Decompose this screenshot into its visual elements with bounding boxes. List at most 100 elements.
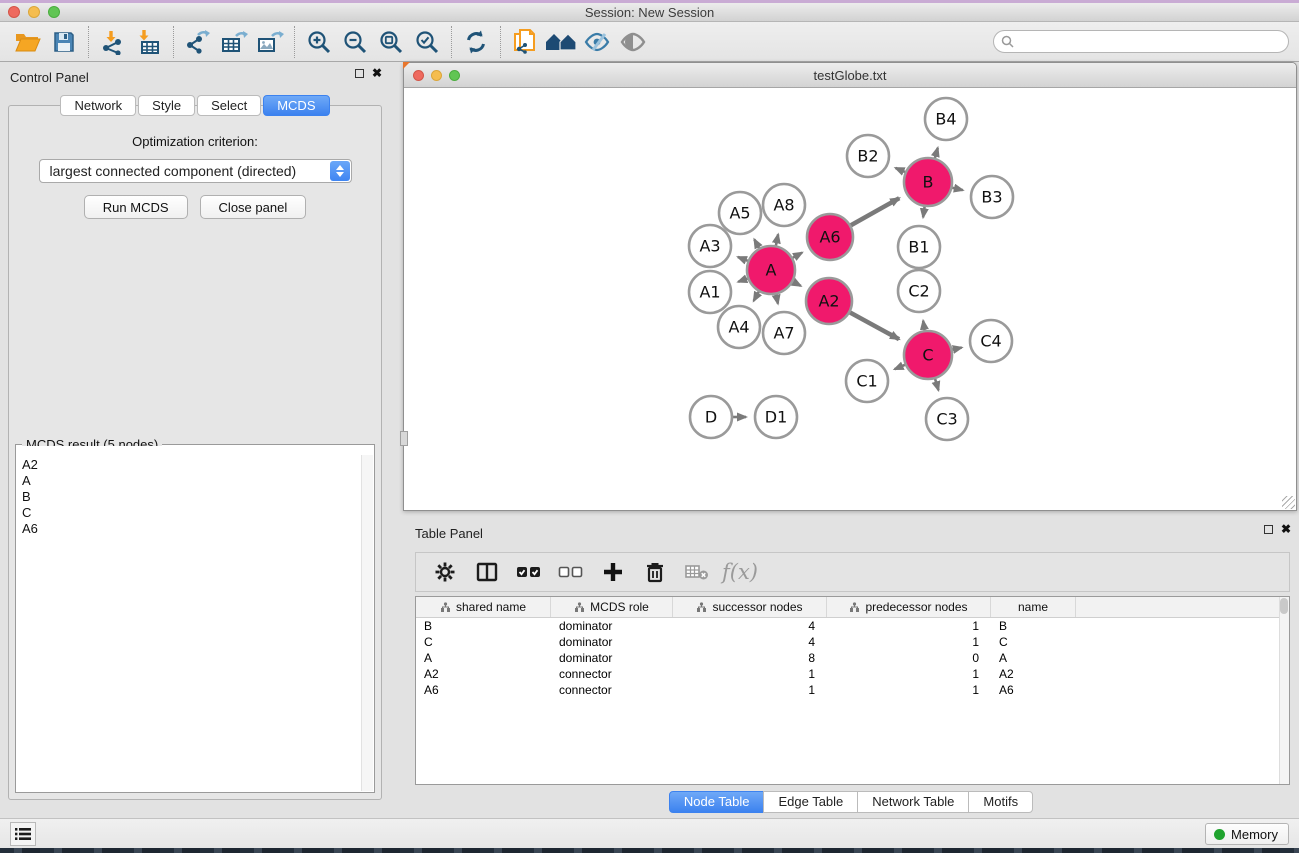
table-cell[interactable]: C bbox=[991, 634, 1076, 650]
table-cell[interactable]: 1 bbox=[827, 682, 991, 698]
table-cell[interactable]: 4 bbox=[673, 618, 827, 634]
graph-edge-B-B4[interactable] bbox=[935, 148, 938, 158]
tab-edge-table[interactable]: Edge Table bbox=[763, 791, 858, 813]
tab-motifs[interactable]: Motifs bbox=[968, 791, 1033, 813]
result-list-item[interactable]: B bbox=[17, 489, 361, 505]
table-cell[interactable]: B bbox=[416, 618, 551, 634]
delete-table-icon[interactable] bbox=[678, 556, 716, 588]
select-all-columns-icon[interactable] bbox=[510, 556, 548, 588]
function-builder-icon[interactable]: f(x) bbox=[720, 560, 758, 584]
table-row[interactable]: A6connector11A6 bbox=[416, 682, 1289, 698]
export-image-icon[interactable] bbox=[252, 27, 288, 57]
float-panel-icon[interactable] bbox=[355, 69, 364, 78]
table-cell[interactable]: A bbox=[416, 650, 551, 666]
zoom-out-icon[interactable] bbox=[337, 27, 373, 57]
export-table-icon[interactable] bbox=[216, 27, 252, 57]
column-header-predecessor-nodes[interactable]: predecessor nodes bbox=[827, 597, 991, 617]
table-row[interactable]: Cdominator41C bbox=[416, 634, 1289, 650]
graph-edge-A2-C[interactable] bbox=[850, 312, 899, 339]
graph-edge-A-A2[interactable] bbox=[793, 282, 801, 286]
open-session-icon[interactable] bbox=[10, 27, 46, 57]
table-cell[interactable]: 4 bbox=[673, 634, 827, 650]
column-settings-icon[interactable] bbox=[426, 556, 464, 588]
resize-grip[interactable] bbox=[1282, 496, 1295, 509]
result-list-item[interactable]: A bbox=[17, 473, 361, 489]
table-cell[interactable]: dominator bbox=[551, 650, 673, 666]
duplicate-network-icon[interactable] bbox=[507, 27, 543, 57]
tab-select[interactable]: Select bbox=[197, 95, 261, 116]
tab-style[interactable]: Style bbox=[138, 95, 195, 116]
tab-node-table[interactable]: Node Table bbox=[669, 791, 765, 813]
table-cell[interactable]: A6 bbox=[991, 682, 1076, 698]
table-row[interactable]: A2connector11A2 bbox=[416, 666, 1289, 682]
table-cell[interactable]: A2 bbox=[991, 666, 1076, 682]
hide-graphics-details-icon[interactable] bbox=[579, 27, 615, 57]
run-mcds-button[interactable]: Run MCDS bbox=[84, 195, 188, 219]
add-column-icon[interactable] bbox=[594, 556, 632, 588]
search-input[interactable] bbox=[1018, 35, 1288, 49]
zoom-fit-icon[interactable] bbox=[373, 27, 409, 57]
show-panels-button[interactable] bbox=[10, 822, 36, 846]
network-canvas[interactable]: AA6A2BCA5A8A3A1A4A7B2B4B3B1C2C4C1C3DD1 bbox=[404, 88, 1296, 510]
graph-edge-C-C4[interactable] bbox=[952, 348, 961, 350]
tab-mcds[interactable]: MCDS bbox=[263, 95, 329, 116]
delete-column-icon[interactable] bbox=[636, 556, 674, 588]
graph-edge-A-A6[interactable] bbox=[793, 253, 802, 258]
table-cell[interactable]: 0 bbox=[827, 650, 991, 666]
close-panel-icon[interactable]: ✖ bbox=[372, 69, 382, 78]
table-cell[interactable]: A bbox=[991, 650, 1076, 666]
graph-edge-A-A3[interactable] bbox=[738, 257, 748, 261]
deselect-all-columns-icon[interactable] bbox=[552, 556, 590, 588]
mcds-result-list[interactable]: A2ABCA6 bbox=[17, 446, 361, 791]
graph-edge-A6-B[interactable] bbox=[851, 198, 899, 225]
table-cell[interactable]: 1 bbox=[827, 634, 991, 650]
show-graphics-details-icon[interactable] bbox=[615, 27, 651, 57]
criterion-dropdown[interactable]: largest connected component (directed) bbox=[39, 159, 352, 183]
tab-network-table[interactable]: Network Table bbox=[857, 791, 969, 813]
table-row[interactable]: Bdominator41B bbox=[416, 618, 1289, 634]
graph-edge-B-B3[interactable] bbox=[952, 188, 962, 190]
export-network-icon[interactable] bbox=[180, 27, 216, 57]
result-list-item[interactable]: C bbox=[17, 505, 361, 521]
zoom-in-icon[interactable] bbox=[301, 27, 337, 57]
result-list-scrollbar[interactable] bbox=[361, 455, 373, 791]
close-table-panel-icon[interactable]: ✖ bbox=[1281, 525, 1291, 534]
graph-edge-C-C2[interactable] bbox=[923, 321, 924, 331]
table-cell[interactable]: connector bbox=[551, 682, 673, 698]
close-panel-button[interactable]: Close panel bbox=[200, 195, 307, 219]
import-table-icon[interactable] bbox=[131, 27, 167, 57]
show-all-icon[interactable] bbox=[543, 27, 579, 57]
column-header-shared-name[interactable]: shared name bbox=[416, 597, 551, 617]
graph-edge-A-A1[interactable] bbox=[738, 278, 747, 281]
column-header-name[interactable]: name bbox=[991, 597, 1076, 617]
float-table-panel-icon[interactable] bbox=[1264, 525, 1273, 534]
import-network-icon[interactable] bbox=[95, 27, 131, 57]
table-scrollbar[interactable] bbox=[1279, 597, 1289, 784]
table-cell[interactable]: C bbox=[416, 634, 551, 650]
table-cell[interactable]: A6 bbox=[416, 682, 551, 698]
table-cell[interactable]: 1 bbox=[673, 682, 827, 698]
zoom-selected-icon[interactable] bbox=[409, 27, 445, 57]
table-cell[interactable]: 1 bbox=[827, 666, 991, 682]
table-row[interactable]: Adominator80A bbox=[416, 650, 1289, 666]
graph-edge-A-A5[interactable] bbox=[754, 239, 759, 248]
table-cell[interactable]: 1 bbox=[827, 618, 991, 634]
result-list-item[interactable]: A6 bbox=[17, 521, 361, 537]
split-view-icon[interactable] bbox=[468, 556, 506, 588]
refresh-layout-icon[interactable] bbox=[458, 27, 494, 57]
column-header-successor-nodes[interactable]: successor nodes bbox=[673, 597, 827, 617]
table-cell[interactable]: connector bbox=[551, 666, 673, 682]
search-field[interactable] bbox=[993, 30, 1289, 53]
memory-button[interactable]: Memory bbox=[1205, 823, 1289, 845]
table-cell[interactable]: A2 bbox=[416, 666, 551, 682]
graph-edge-C-C1[interactable] bbox=[895, 365, 905, 369]
graph-edge-B-B2[interactable] bbox=[896, 168, 906, 172]
result-list-item[interactable]: A2 bbox=[17, 457, 361, 473]
save-session-icon[interactable] bbox=[46, 27, 82, 57]
pane-divider-handle[interactable] bbox=[400, 431, 408, 446]
graph-edge-B-B1[interactable] bbox=[923, 207, 924, 218]
table-cell[interactable]: dominator bbox=[551, 618, 673, 634]
graph-edge-A-A7[interactable] bbox=[776, 294, 778, 303]
table-cell[interactable]: 8 bbox=[673, 650, 827, 666]
column-header-mcds-role[interactable]: MCDS role bbox=[551, 597, 673, 617]
